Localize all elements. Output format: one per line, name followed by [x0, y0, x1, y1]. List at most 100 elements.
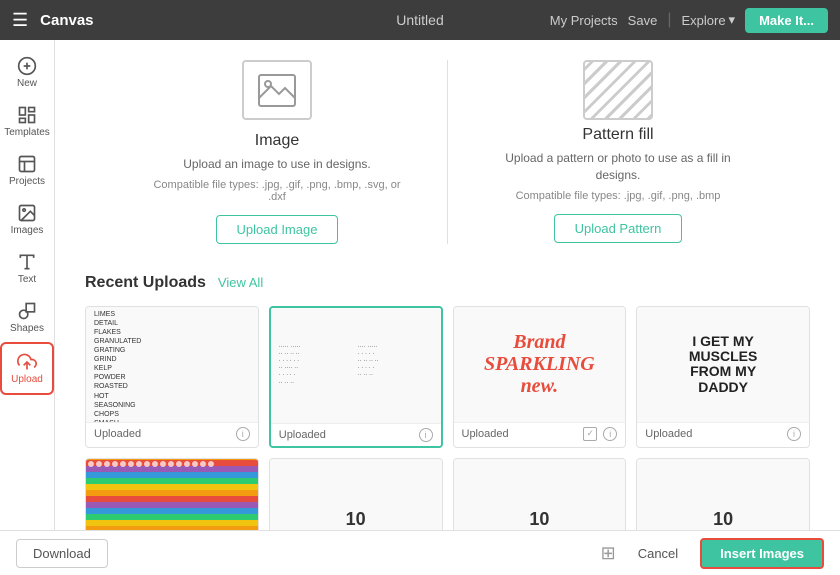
triangle-blue-content: 10 — [338, 459, 374, 530]
sidebar-item-upload[interactable]: Upload — [0, 342, 54, 395]
sidebar-templates-label: Templates — [4, 127, 50, 138]
filter-icon[interactable]: ⊞ — [601, 543, 616, 564]
muscles-text-content: I GET MYMUSCLESFROM MYDADDY — [689, 334, 757, 396]
upload-thumb-7-img: 10 — [454, 459, 626, 530]
upload-footer-1: Uploaded i — [86, 422, 258, 445]
image-upload-card: Image Upload an image to use in designs.… — [147, 60, 407, 244]
upload-icons-3: ✓ i — [583, 427, 617, 441]
save-button[interactable]: Save — [628, 13, 658, 28]
info-icon-2[interactable]: i — [419, 428, 433, 442]
view-all-link[interactable]: View All — [218, 275, 263, 290]
upload-item-2[interactable]: ····· ······· ·· ·· ··· · · · · ··· ····… — [269, 306, 443, 448]
templates-icon — [17, 105, 37, 125]
upload-thumb-6-img: 10 — [270, 459, 442, 530]
app-logo: Canvas — [40, 12, 93, 29]
info-icon-4[interactable]: i — [787, 427, 801, 441]
uploads-grid: BLENDCREAMYCURRYLIMESDETAILFLAKESGRANULA… — [85, 306, 810, 530]
content-area: Image Upload an image to use in designs.… — [55, 40, 840, 530]
menu-icon[interactable]: ☰ — [12, 10, 28, 31]
upload-icons-4: i — [787, 427, 801, 441]
upload-label-3: Uploaded — [462, 428, 509, 440]
header-right: My Projects Save | Explore ▾ Make It... — [550, 8, 828, 33]
upload-options-section: Image Upload an image to use in designs.… — [85, 60, 810, 244]
insert-images-button[interactable]: Insert Images — [700, 538, 824, 569]
pattern-card-title: Pattern fill — [582, 126, 653, 144]
download-button[interactable]: Download — [16, 539, 108, 568]
header: ☰ Canvas Untitled My Projects Save | Exp… — [0, 0, 840, 40]
image-icon — [257, 73, 297, 108]
bottom-bar: Download ⊞ Cancel Insert Images — [0, 530, 840, 575]
upload-label-2: Uploaded — [279, 429, 326, 441]
upload-image-button[interactable]: Upload Image — [216, 215, 339, 244]
info-icon-1[interactable]: i — [236, 427, 250, 441]
sidebar-text-label: Text — [18, 274, 36, 285]
image-card-desc: Upload an image to use in designs. — [183, 156, 370, 173]
upload-footer-4: Uploaded i — [637, 422, 809, 445]
recent-uploads-title: Recent Uploads — [85, 274, 206, 292]
main-layout: New Templates Projects Images Text Shape… — [0, 40, 840, 530]
upload-label-4: Uploaded — [645, 428, 692, 440]
upload-item-8[interactable]: 10 Uploaded i — [636, 458, 810, 530]
images-icon — [17, 203, 37, 223]
upload-footer-3: Uploaded ✓ i — [454, 422, 626, 445]
upload-thumb-3-img: Brand SPARKLING new. — [454, 307, 626, 422]
sidebar-item-shapes[interactable]: Shapes — [0, 293, 54, 342]
upload-item-1[interactable]: BLENDCREAMYCURRYLIMESDETAILFLAKESGRANULA… — [85, 306, 259, 448]
text-icon — [17, 252, 37, 272]
upload-icons-2: i — [419, 428, 433, 442]
triangle-yellow-content: 10 — [705, 459, 741, 530]
header-separator: | — [667, 11, 671, 29]
upload-thumb-5-img — [86, 459, 258, 530]
bottom-right-actions: ⊞ Cancel Insert Images — [601, 538, 824, 569]
pattern-card-icon — [583, 60, 653, 120]
upload-item-4[interactable]: I GET MYMUSCLESFROM MYDADDY Uploaded i — [636, 306, 810, 448]
upload-item-6[interactable]: 10 Uploaded i — [269, 458, 443, 530]
sidebar-upload-label: Upload — [11, 374, 43, 385]
my-projects-link[interactable]: My Projects — [550, 13, 618, 28]
image-card-types: Compatible file types: .jpg, .gif, .png,… — [147, 179, 407, 203]
sidebar-new-label: New — [17, 78, 37, 89]
explore-button[interactable]: Explore ▾ — [681, 12, 735, 28]
text-list-content: BLENDCREAMYCURRYLIMESDETAILFLAKESGRANULA… — [86, 307, 258, 422]
upload-divider — [447, 60, 448, 244]
check-icon-3[interactable]: ✓ — [583, 427, 597, 441]
sidebar-item-templates[interactable]: Templates — [0, 97, 54, 146]
pattern-upload-card: Pattern fill Upload a pattern or photo t… — [488, 60, 748, 243]
triangle-pink-content: 10 — [521, 459, 557, 530]
recent-uploads-header: Recent Uploads View All — [85, 274, 810, 292]
upload-thumb-4-img: I GET MYMUSCLESFROM MYDADDY — [637, 307, 809, 422]
upload-pattern-button[interactable]: Upload Pattern — [554, 214, 683, 243]
shapes-icon — [17, 301, 37, 321]
document-title: Untitled — [396, 12, 443, 28]
sidebar-item-images[interactable]: Images — [0, 195, 54, 244]
upload-footer-2: Uploaded i — [271, 423, 441, 446]
info-icon-3[interactable]: i — [603, 427, 617, 441]
upload-thumb-1-img: BLENDCREAMYCURRYLIMESDETAILFLAKESGRANULA… — [86, 307, 258, 422]
upload-thumb-8-img: 10 — [637, 459, 809, 530]
projects-icon — [17, 154, 37, 174]
sidebar-projects-label: Projects — [9, 176, 45, 187]
upload-thumb-2-img: ····· ······· ·· ·· ··· · · · · ··· ····… — [271, 308, 441, 423]
image-card-icon — [242, 60, 312, 120]
image-card-title: Image — [255, 132, 299, 150]
text-pattern-content: ····· ······· ·· ·· ··· · · · · ··· ····… — [271, 336, 441, 395]
brand-text-content: Brand SPARKLING new. — [484, 331, 595, 397]
pattern-card-types: Compatible file types: .jpg, .gif, .png,… — [516, 190, 721, 202]
upload-item-3[interactable]: Brand SPARKLING new. Uploaded ✓ i — [453, 306, 627, 448]
sidebar-item-text[interactable]: Text — [0, 244, 54, 293]
sidebar-images-label: Images — [11, 225, 44, 236]
dots-overlay — [86, 459, 258, 530]
upload-icons-1: i — [236, 427, 250, 441]
sidebar-shapes-label: Shapes — [10, 323, 44, 334]
make-it-button[interactable]: Make It... — [745, 8, 828, 33]
sidebar-item-projects[interactable]: Projects — [0, 146, 54, 195]
pattern-card-desc: Upload a pattern or photo to use as a fi… — [488, 150, 748, 184]
upload-icon — [17, 352, 37, 372]
upload-item-7[interactable]: 10 Uploaded i — [453, 458, 627, 530]
sidebar: New Templates Projects Images Text Shape… — [0, 40, 55, 530]
sidebar-item-new[interactable]: New — [0, 48, 54, 97]
upload-item-5[interactable]: Uploaded i — [85, 458, 259, 530]
plus-icon — [17, 56, 37, 76]
cancel-button[interactable]: Cancel — [626, 540, 690, 567]
chevron-down-icon: ▾ — [729, 12, 736, 28]
